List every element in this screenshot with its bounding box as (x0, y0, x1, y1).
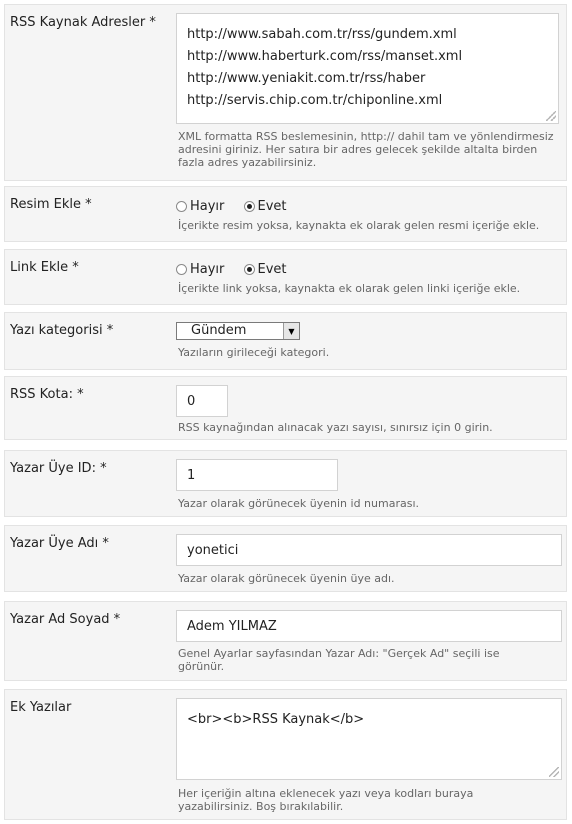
link-add-radio-yes[interactable]: Evet (243, 262, 287, 277)
author-fullname-label: Yazar Ad Soyad * (10, 612, 121, 627)
rss-quota-label: RSS Kota: * (10, 387, 84, 402)
link-add-radio-group: Hayır Evet (176, 260, 301, 279)
radio-selected-icon[interactable] (243, 201, 255, 212)
link-add-radio-no[interactable]: Hayır (176, 262, 224, 277)
rss-addresses-label: RSS Kaynak Adresler * (10, 15, 156, 30)
author-id-label: Yazar Üye ID: * (10, 461, 107, 476)
author-id-description: Yazar olarak görünecek üyenin id numaras… (178, 497, 419, 510)
rss-quota-description: RSS kaynağından alınacak yazı sayısı, sı… (178, 421, 493, 434)
radio-label: Hayır (190, 262, 225, 277)
link-add-row: Link Ekle * Hayır Evet İçerikte link yok… (4, 249, 567, 305)
category-label: Yazı kategorisi * (10, 323, 114, 338)
category-description: Yazıların girileceği kategori. (178, 346, 330, 359)
rss-address-line: http://servis.chip.com.tr/chiponline.xml (187, 93, 443, 108)
author-username-row: Yazar Üye Adı * yonetici Yazar olarak gö… (4, 525, 567, 592)
rss-quota-input[interactable]: 0 (176, 385, 228, 417)
extra-text-textarea[interactable]: <br><b>RSS Kaynak</b> (176, 698, 562, 780)
image-add-row: Resim Ekle * Hayır Evet İçerikte resim y… (4, 186, 567, 242)
author-id-row: Yazar Üye ID: * 1 Yazar olarak görünecek… (4, 450, 567, 517)
link-add-label: Link Ekle * (10, 260, 79, 275)
rss-quota-row: RSS Kota: * 0 RSS kaynağından alınacak y… (4, 376, 567, 440)
rss-addresses-description: XML formatta RSS beslemesinin, http:// d… (178, 130, 554, 169)
radio-selected-icon[interactable] (243, 264, 255, 275)
link-add-description: İçerikte link yoksa, kaynakta ek olarak … (178, 282, 521, 295)
author-id-input[interactable]: 1 (176, 459, 338, 491)
radio-label: Evet (257, 262, 287, 277)
rss-address-line: http://www.yeniakit.com.tr/rss/haber (187, 71, 426, 86)
image-add-radio-group: Hayır Evet (176, 197, 301, 216)
extra-text-value: <br><b>RSS Kaynak</b> (187, 712, 365, 727)
image-add-radio-yes[interactable]: Evet (243, 199, 287, 214)
resize-grip-icon[interactable] (546, 111, 556, 121)
image-add-label: Resim Ekle * (10, 197, 92, 212)
radio-icon[interactable] (176, 264, 187, 275)
chevron-down-icon[interactable]: ▼ (283, 323, 299, 339)
category-selected-value: Gündem (191, 323, 247, 338)
extra-text-label: Ek Yazılar (10, 700, 72, 715)
category-row: Yazı kategorisi * Gündem ▼ Yazıların gir… (4, 312, 567, 370)
author-username-description: Yazar olarak görünecek üyenin üye adı. (178, 572, 395, 585)
radio-icon[interactable] (176, 201, 187, 212)
radio-label: Evet (257, 199, 287, 214)
rss-address-line: http://www.haberturk.com/rss/manset.xml (187, 49, 463, 64)
author-username-label: Yazar Üye Adı * (10, 536, 109, 551)
rss-addresses-row: RSS Kaynak Adresler * http://www.sabah.c… (4, 4, 567, 181)
author-fullname-row: Yazar Ad Soyad * Adem YILMAZ Genel Ayarl… (4, 601, 567, 681)
author-fullname-description: Genel Ayarlar sayfasından Yazar Adı: "Ge… (178, 647, 500, 673)
extra-text-row: Ek Yazılar <br><b>RSS Kaynak</b> Her içe… (4, 689, 567, 820)
rss-address-line: http://www.sabah.com.tr/rss/gundem.xml (187, 27, 457, 42)
rss-addresses-textarea[interactable]: http://www.sabah.com.tr/rss/gundem.xml h… (176, 13, 559, 124)
author-fullname-input[interactable]: Adem YILMAZ (176, 610, 562, 642)
image-add-description: İçerikte resim yoksa, kaynakta ek olarak… (178, 219, 540, 232)
radio-label: Hayır (190, 199, 225, 214)
category-select[interactable]: Gündem ▼ (176, 322, 300, 340)
resize-grip-icon[interactable] (549, 767, 559, 777)
image-add-radio-no[interactable]: Hayır (176, 199, 224, 214)
extra-text-description: Her içeriğin altına eklenecek yazı veya … (178, 787, 474, 813)
author-username-input[interactable]: yonetici (176, 534, 562, 566)
